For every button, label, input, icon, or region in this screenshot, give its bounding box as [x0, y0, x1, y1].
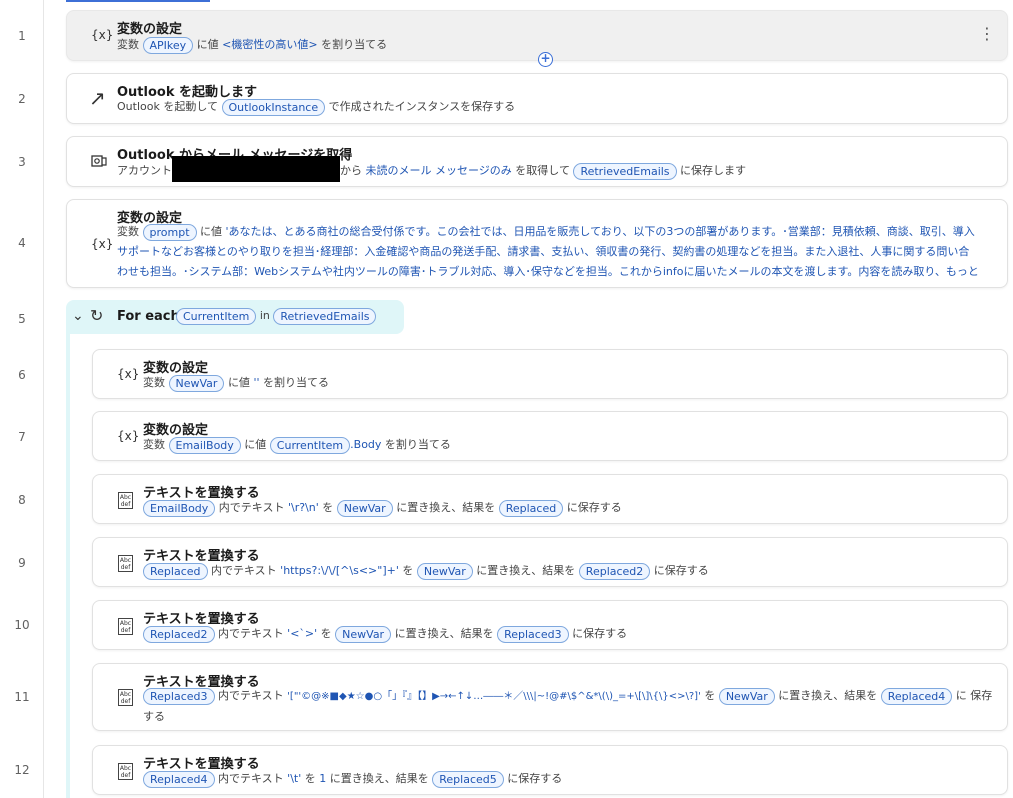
action-step-1[interactable]: {x} 変数の設定 変数 APIkey に値 <機密性の高い値> を割り当てる …	[66, 10, 1008, 61]
line-number: 4	[18, 236, 26, 250]
variable-chip[interactable]: NewVar	[335, 625, 392, 643]
variable-chip[interactable]: NewVar	[336, 499, 393, 517]
variable-icon: {x}	[117, 367, 140, 381]
line-number: 6	[18, 368, 26, 382]
action-step-10[interactable]: Abc def テキストを置換する Replaced2 内でテキスト '<`>' …	[92, 600, 1008, 650]
variable-chip[interactable]: RetrievedEmails	[573, 162, 677, 180]
redacted-account	[172, 156, 340, 182]
step-description: アカウント から 未読のメール メッセージのみ を取得して RetrievedEm…	[117, 156, 746, 182]
variable-chip[interactable]: Replaced	[498, 499, 564, 517]
variable-chip[interactable]: EmailBody	[168, 436, 241, 454]
add-action-icon[interactable]: +	[538, 52, 553, 67]
line-number: 1	[18, 29, 26, 43]
replace-text-icon: Abc def	[118, 689, 133, 706]
action-step-9[interactable]: Abc def テキストを置換する Replaced 内でテキスト 'https?…	[92, 537, 1008, 587]
variable-chip[interactable]: Replaced4	[143, 770, 215, 788]
variable-chip[interactable]: Replaced4	[880, 687, 953, 705]
line-number: 10	[14, 618, 30, 632]
step-description: CurrentItem in RetrievedEmails	[176, 306, 377, 326]
action-step-11[interactable]: Abc def テキストを置換する Replaced3 内でテキスト '["'©@…	[92, 663, 1008, 731]
action-step-4[interactable]: {x} 変数の設定 変数 prompt に値 'あなたは、とある商社の総合受付係…	[66, 199, 1008, 288]
line-number: 5	[18, 312, 26, 326]
action-step-8[interactable]: Abc def テキストを置換する EmailBody 内でテキスト '\r?\n…	[92, 474, 1008, 524]
variable-chip[interactable]: Replaced5	[432, 770, 504, 788]
line-number: 7	[18, 430, 26, 444]
step-description: 変数 APIkey に値 <機密性の高い値> を割り当てる	[117, 36, 388, 54]
action-step-3[interactable]: Outlook からメール メッセージを取得 アカウントから 未読のメール メッ…	[66, 136, 1008, 187]
variable-chip[interactable]: NewVar	[718, 687, 775, 705]
variable-chip[interactable]: APIkey	[142, 36, 194, 54]
collapse-chevron-icon[interactable]: ⌄	[72, 308, 84, 324]
prompt-value: 'あなたは、とある商社の総合受付係です。この会社では、日用品を販売しており、以下…	[117, 225, 979, 278]
line-number: 3	[18, 155, 26, 169]
action-step-12[interactable]: Abc def テキストを置換する Replaced4 内でテキスト '\t' を…	[92, 745, 1008, 795]
replace-text-icon: Abc def	[118, 555, 133, 572]
line-number: 2	[18, 92, 26, 106]
variable-icon: {x}	[91, 28, 114, 42]
line-number: 8	[18, 493, 26, 507]
variable-chip[interactable]: CurrentItem	[176, 307, 257, 325]
step-description: 変数 EmailBody に値 CurrentItem .Body を割り当てる	[143, 436, 451, 454]
variable-chip[interactable]: Replaced	[143, 562, 208, 580]
step-description: EmailBody 内でテキスト '\r?\n' を NewVar に置き換え、…	[143, 498, 622, 518]
action-step-6[interactable]: {x} 変数の設定 変数 NewVar に値 '' を割り当てる	[92, 349, 1008, 399]
variable-chip[interactable]: Replaced3	[497, 625, 569, 643]
step-description: Replaced 内でテキスト 'https?:\/\/[^\s<>"]+' を…	[143, 561, 709, 581]
replace-text-icon: Abc def	[118, 763, 133, 780]
step-description: Outlook を起動して OutlookInstance で作成されたインスタ…	[117, 98, 516, 116]
variable-chip[interactable]: prompt	[142, 223, 197, 241]
line-number: 12	[14, 763, 30, 777]
variable-chip[interactable]: NewVar	[416, 562, 473, 580]
variable-icon: {x}	[91, 237, 114, 251]
action-step-2[interactable]: ↗ Outlook を起動します Outlook を起動して OutlookIn…	[66, 73, 1008, 124]
step-description: 変数 NewVar に値 '' を割り当てる	[143, 374, 329, 392]
variable-chip[interactable]: CurrentItem	[269, 436, 351, 454]
step-title: For each	[117, 309, 180, 324]
sensitive-value: <機密性の高い値>	[222, 38, 318, 51]
line-number-gutter	[0, 0, 44, 798]
more-options-icon[interactable]: ⋮	[979, 24, 995, 43]
variable-chip[interactable]: NewVar	[168, 374, 225, 392]
active-tab-indicator	[66, 0, 210, 2]
step-description: Replaced4 内でテキスト '\t' を 1 に置き換え、結果を Repl…	[143, 769, 562, 789]
variable-chip[interactable]: Replaced2	[143, 625, 215, 643]
step-description: Replaced3 内でテキスト '["'©@※■◆★☆●○「」『』【】▶→←↑…	[143, 687, 993, 723]
variable-chip[interactable]: Replaced2	[578, 562, 651, 580]
variable-chip[interactable]: OutlookInstance	[221, 98, 326, 116]
replace-text-icon: Abc def	[118, 618, 133, 635]
step-description: 変数 prompt に値 'あなたは、とある商社の総合受付係です。この会社では、…	[117, 222, 979, 282]
launch-icon: ↗	[89, 86, 106, 110]
action-step-7[interactable]: {x} 変数の設定 変数 EmailBody に値 CurrentItem .Bo…	[92, 411, 1008, 461]
variable-icon: {x}	[117, 429, 140, 443]
loop-icon: ↻	[90, 306, 104, 325]
variable-chip[interactable]: RetrievedEmails	[273, 307, 377, 325]
variable-chip[interactable]: Replaced3	[143, 687, 215, 705]
line-number: 9	[18, 556, 26, 570]
replace-text-icon: Abc def	[118, 492, 133, 509]
variable-chip[interactable]: EmailBody	[143, 499, 216, 517]
step-description: Replaced2 内でテキスト '<`>' を NewVar に置き換え、結果…	[143, 624, 627, 644]
line-number: 11	[14, 690, 30, 704]
loop-indent-bar	[66, 334, 70, 798]
outlook-icon	[91, 153, 107, 172]
